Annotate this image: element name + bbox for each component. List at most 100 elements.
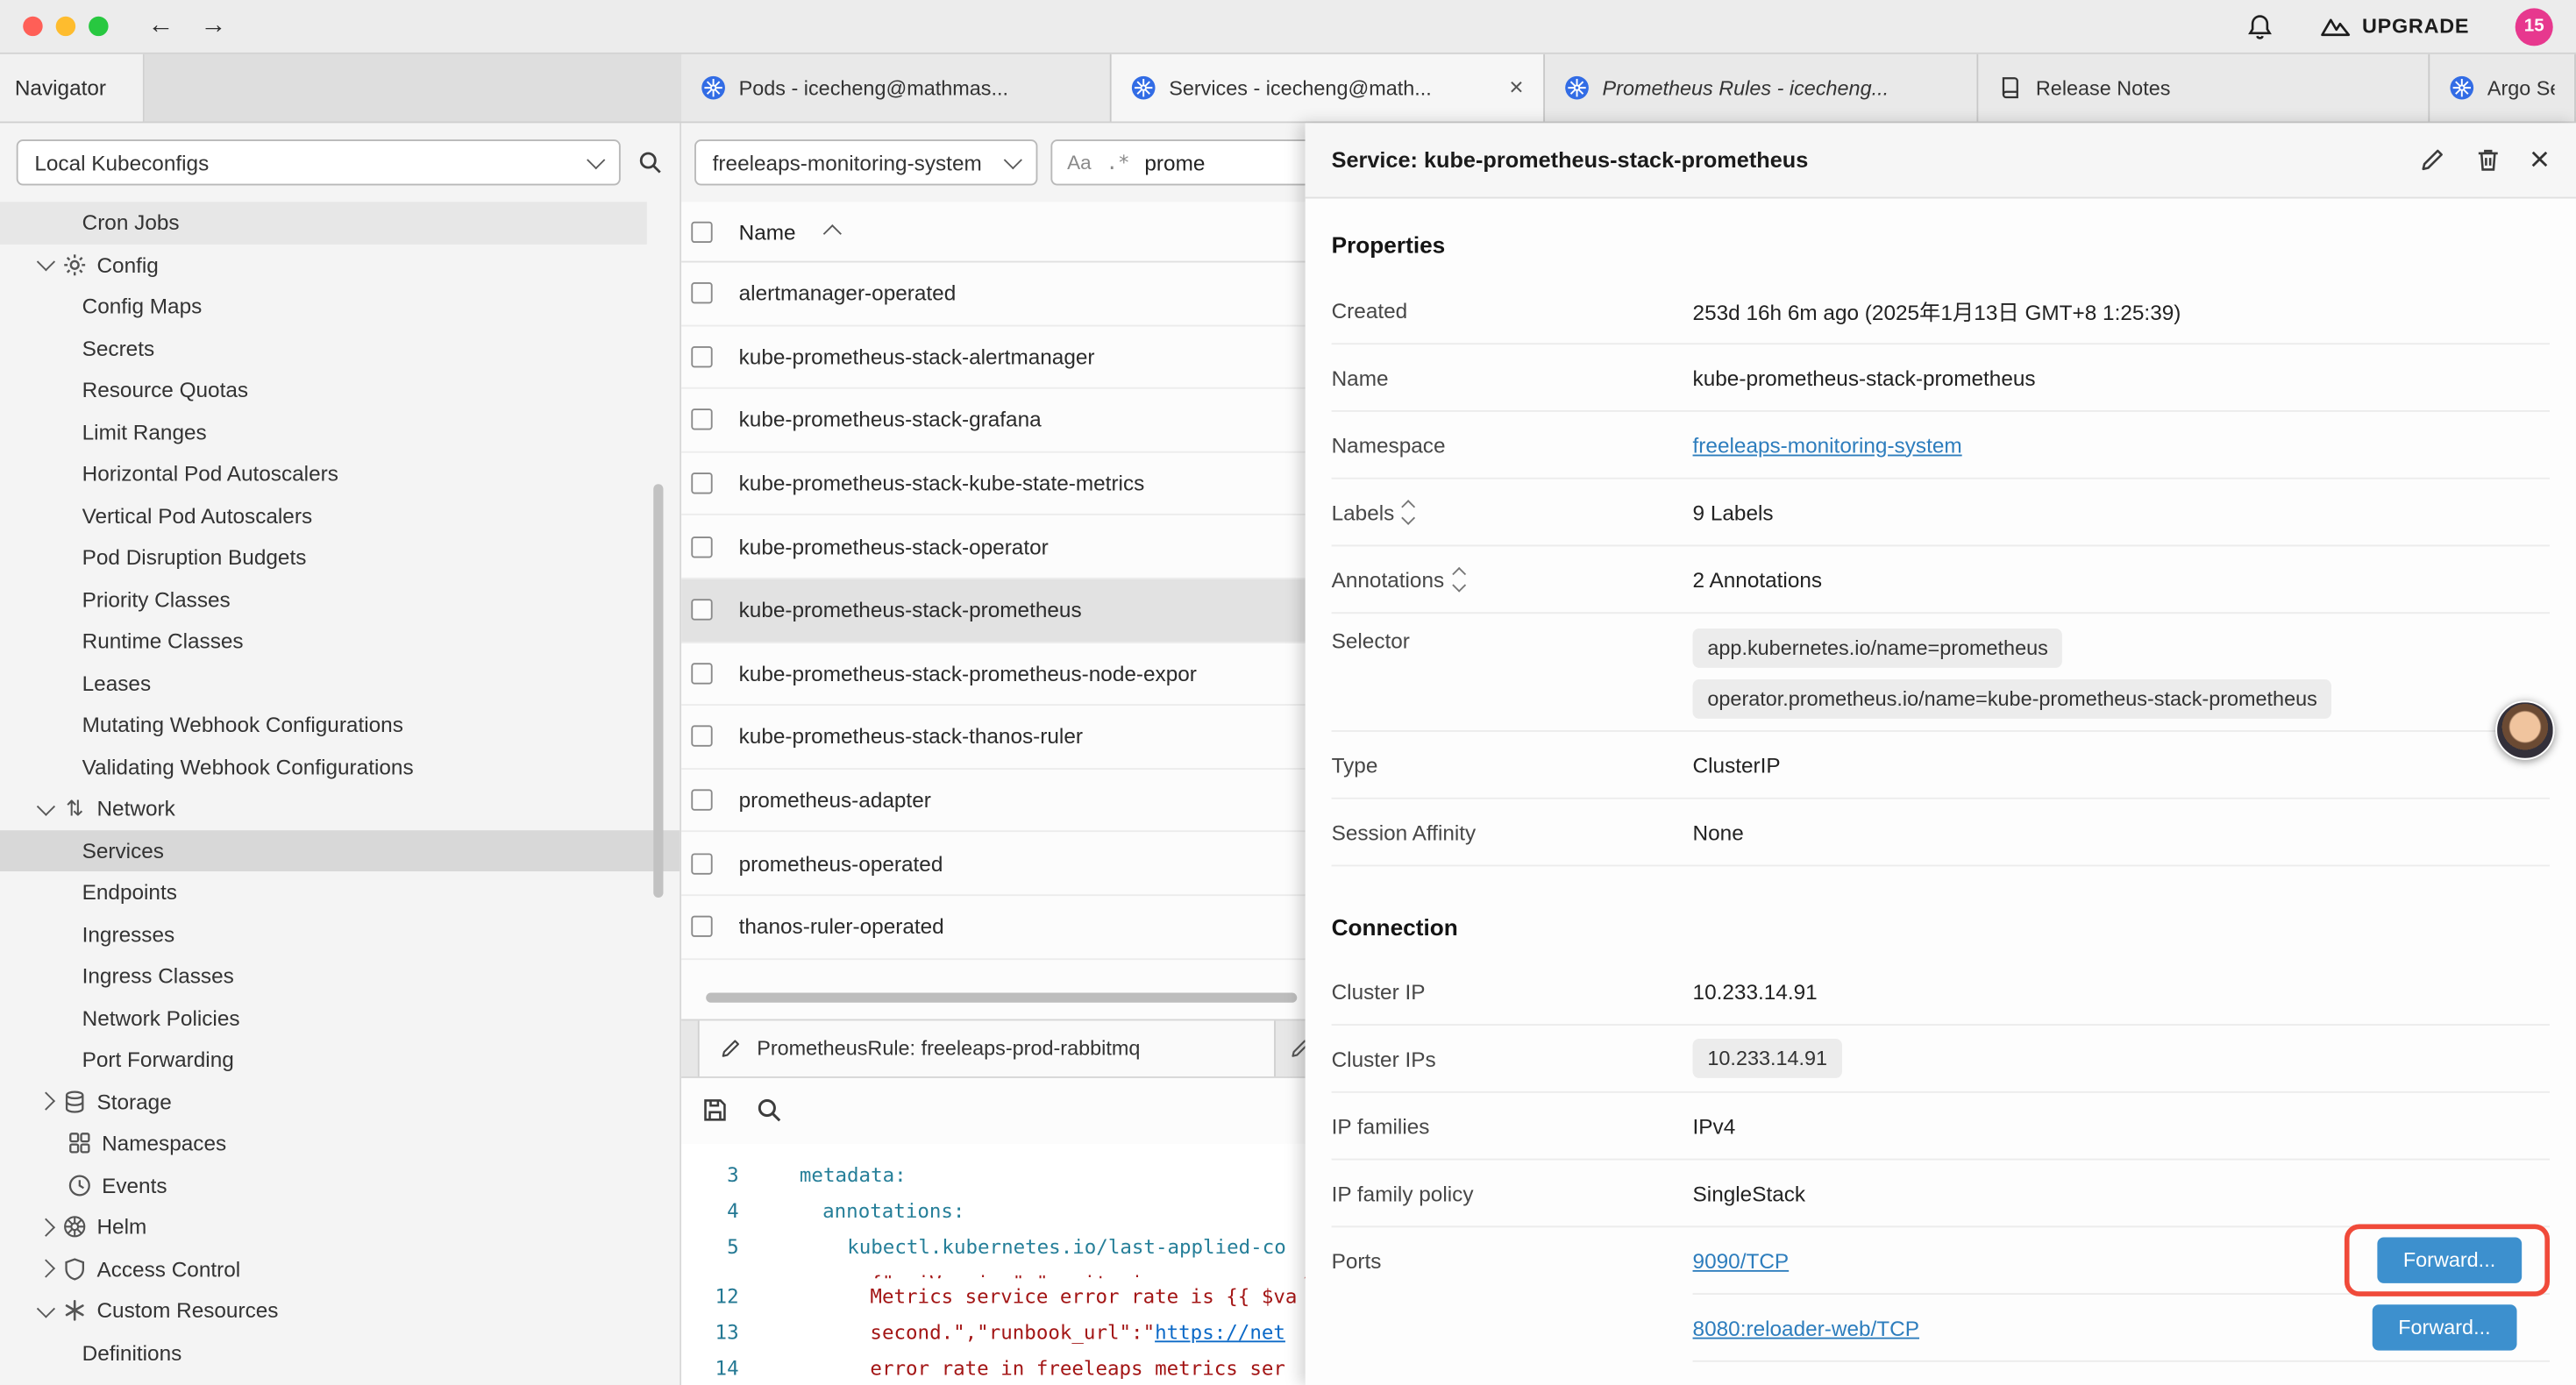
table-row[interactable]: kube-prometheus-stack-grafana [681, 389, 1306, 452]
list-controls: freeleaps-monitoring-system Aa .* prome [681, 123, 1306, 202]
sidebar-item-endpoints[interactable]: Endpoints [0, 871, 680, 913]
sidebar-item-namespaces[interactable]: Namespaces [0, 1122, 680, 1164]
url-text: https://net [1155, 1320, 1285, 1343]
sidebar-item-access-control[interactable]: Access Control [0, 1248, 680, 1290]
editor-search-button[interactable] [755, 1097, 783, 1125]
row-checkbox[interactable] [691, 663, 712, 684]
sidebar-item-network-policies[interactable]: Network Policies [0, 997, 680, 1039]
sidebar-item-helm[interactable]: Helm [0, 1206, 680, 1248]
sidebar-item-events[interactable]: Events [0, 1164, 680, 1206]
horizontal-scrollbar-thumb[interactable] [706, 992, 1297, 1002]
table-row[interactable]: thanos-ruler-operated [681, 896, 1306, 959]
table-row-selected[interactable]: kube-prometheus-stack-prometheus [681, 579, 1306, 643]
sidebar-item-cron-jobs[interactable]: Cron Jobs [0, 202, 647, 244]
row-checkbox[interactable] [691, 790, 712, 811]
tab-pods[interactable]: Pods - icecheng@mathmas... [681, 54, 1112, 122]
row-checkbox[interactable] [691, 346, 712, 367]
back-button[interactable]: ← [148, 11, 174, 41]
chevron-down-icon [1402, 510, 1415, 523]
sidebar-item-limit-ranges[interactable]: Limit Ranges [0, 411, 680, 453]
row-checkbox[interactable] [691, 916, 712, 937]
forward-port-button[interactable]: Forward... [2377, 1237, 2522, 1282]
kubeconfig-selector[interactable]: Local Kubeconfigs [17, 139, 621, 185]
annotation-highlight-box: Forward... [2344, 1225, 2550, 1296]
table-row[interactable]: kube-prometheus-stack-kube-state-metrics [681, 452, 1306, 515]
sidebar-item-network[interactable]: ⇅Network [0, 788, 680, 830]
tab-prometheus-rules[interactable]: Prometheus Rules - icecheng... [1545, 54, 1978, 122]
minimize-window-button[interactable] [56, 17, 75, 36]
property-row-name: Name kube-prometheus-stack-prometheus [1332, 344, 2550, 412]
drawer-header: Service: kube-prometheus-stack-prometheu… [1306, 123, 2576, 198]
close-tab-icon[interactable]: × [1509, 75, 1523, 100]
port-link-9090[interactable]: 9090/TCP [1693, 1248, 1790, 1273]
regex-toggle[interactable]: .* [1106, 151, 1129, 174]
labels-expander[interactable] [1405, 501, 1413, 523]
namespace-link[interactable]: freeleaps-monitoring-system [1693, 432, 1962, 457]
row-checkbox[interactable] [691, 853, 712, 874]
sidebar-item-leases[interactable]: Leases [0, 662, 680, 704]
port-link-8080[interactable]: 8080:reloader-web/TCP [1693, 1315, 1919, 1339]
sidebar-item-port-forwarding[interactable]: Port Forwarding [0, 1039, 680, 1081]
sidebar-item-validating-webhook-configurations[interactable]: Validating Webhook Configurations [0, 746, 680, 788]
save-button[interactable] [701, 1097, 729, 1125]
sidebar-item-config[interactable]: Config [0, 244, 680, 286]
sidebar-item-pod-disruption-budgets[interactable]: Pod Disruption Budgets [0, 536, 680, 579]
sidebar-item-vertical-pod-autoscalers[interactable]: Vertical Pod Autoscalers [0, 494, 680, 536]
sidebar-item-secrets[interactable]: Secrets [0, 327, 680, 369]
tab-services[interactable]: Services - icecheng@math... × [1112, 54, 1545, 122]
table-row[interactable]: kube-prometheus-stack-operator [681, 516, 1306, 579]
sidebar-item-config-maps[interactable]: Config Maps [0, 286, 680, 328]
property-row-created: Created 253d 16h 6m ago (2025年1月13日 GMT+… [1332, 277, 2550, 344]
namespace-filter-select[interactable]: freeleaps-monitoring-system [694, 139, 1037, 185]
row-checkbox[interactable] [691, 409, 712, 430]
maximize-window-button[interactable] [89, 17, 108, 36]
yaml-editor[interactable]: 3metadata: 4annotations: 5kubectl.kubern… [681, 1143, 1306, 1385]
row-checkbox[interactable] [691, 536, 712, 558]
sidebar-item-custom-resources[interactable]: Custom Resources [0, 1289, 680, 1332]
table-row[interactable]: prometheus-adapter [681, 770, 1306, 833]
sidebar-item-ingresses[interactable]: Ingresses [0, 913, 680, 955]
forward-port-button[interactable]: Forward... [2372, 1304, 2516, 1350]
tab-argo[interactable]: Argo Se [2430, 54, 2576, 122]
sidebar-item-resource-quotas[interactable]: Resource Quotas [0, 369, 680, 411]
match-case-toggle[interactable]: Aa [1067, 151, 1092, 174]
row-checkbox[interactable] [691, 472, 712, 494]
sidebar-item-definitions[interactable]: Definitions [0, 1332, 680, 1374]
pencil-icon [1289, 1036, 1306, 1059]
forward-button[interactable]: → [200, 11, 226, 41]
tab-release-notes[interactable]: Release Notes [1978, 54, 2430, 122]
avatar[interactable] [2495, 700, 2554, 759]
sidebar-search-button[interactable] [637, 149, 664, 175]
kubernetes-icon [1564, 75, 1589, 100]
sidebar-item-priority-classes[interactable]: Priority Classes [0, 579, 680, 621]
editor-line: 12Metrics service error rate is {{ $va [681, 1277, 1306, 1313]
list-search-input[interactable]: Aa .* prome [1050, 139, 1305, 185]
sidebar-item-services[interactable]: Services [0, 829, 680, 871]
table-row[interactable]: alertmanager-operated [681, 263, 1306, 326]
select-all-checkbox[interactable] [691, 221, 712, 242]
notification-count-badge[interactable]: 15 [2516, 7, 2553, 45]
row-checkbox[interactable] [691, 283, 712, 304]
delete-button[interactable] [2473, 146, 2501, 174]
sidebar-item-horizontal-pod-autoscalers[interactable]: Horizontal Pod Autoscalers [0, 453, 680, 495]
row-checkbox[interactable] [691, 600, 712, 621]
sidebar-item-mutating-webhook-configurations[interactable]: Mutating Webhook Configurations [0, 704, 680, 746]
upgrade-button[interactable]: UPGRADE [2319, 15, 2469, 38]
table-row[interactable]: kube-prometheus-stack-alertmanager [681, 326, 1306, 389]
sidebar-item-ingress-classes[interactable]: Ingress Classes [0, 955, 680, 998]
dock-tab-prometheusrule[interactable]: PrometheusRule: freeleaps-prod-rabbitmq [698, 1020, 1276, 1076]
sidebar-scrollbar[interactable] [653, 484, 663, 898]
table-row[interactable]: kube-prometheus-stack-prometheus-node-ex… [681, 643, 1306, 706]
sidebar-item-runtime-classes[interactable]: Runtime Classes [0, 621, 680, 663]
table-row[interactable]: prometheus-operated [681, 833, 1306, 896]
notifications-bell-icon[interactable] [2245, 12, 2274, 40]
close-window-button[interactable] [23, 17, 42, 36]
column-header-name[interactable]: Name [739, 219, 796, 244]
sidebar-item-storage[interactable]: Storage [0, 1081, 680, 1123]
edit-button[interactable] [2418, 146, 2446, 174]
table-row[interactable]: kube-prometheus-stack-thanos-ruler [681, 706, 1306, 769]
dock-tab-partial[interactable] [1289, 1020, 1306, 1076]
annotations-expander[interactable] [1454, 568, 1462, 591]
row-checkbox[interactable] [691, 726, 712, 747]
close-drawer-button[interactable]: × [2530, 143, 2550, 177]
